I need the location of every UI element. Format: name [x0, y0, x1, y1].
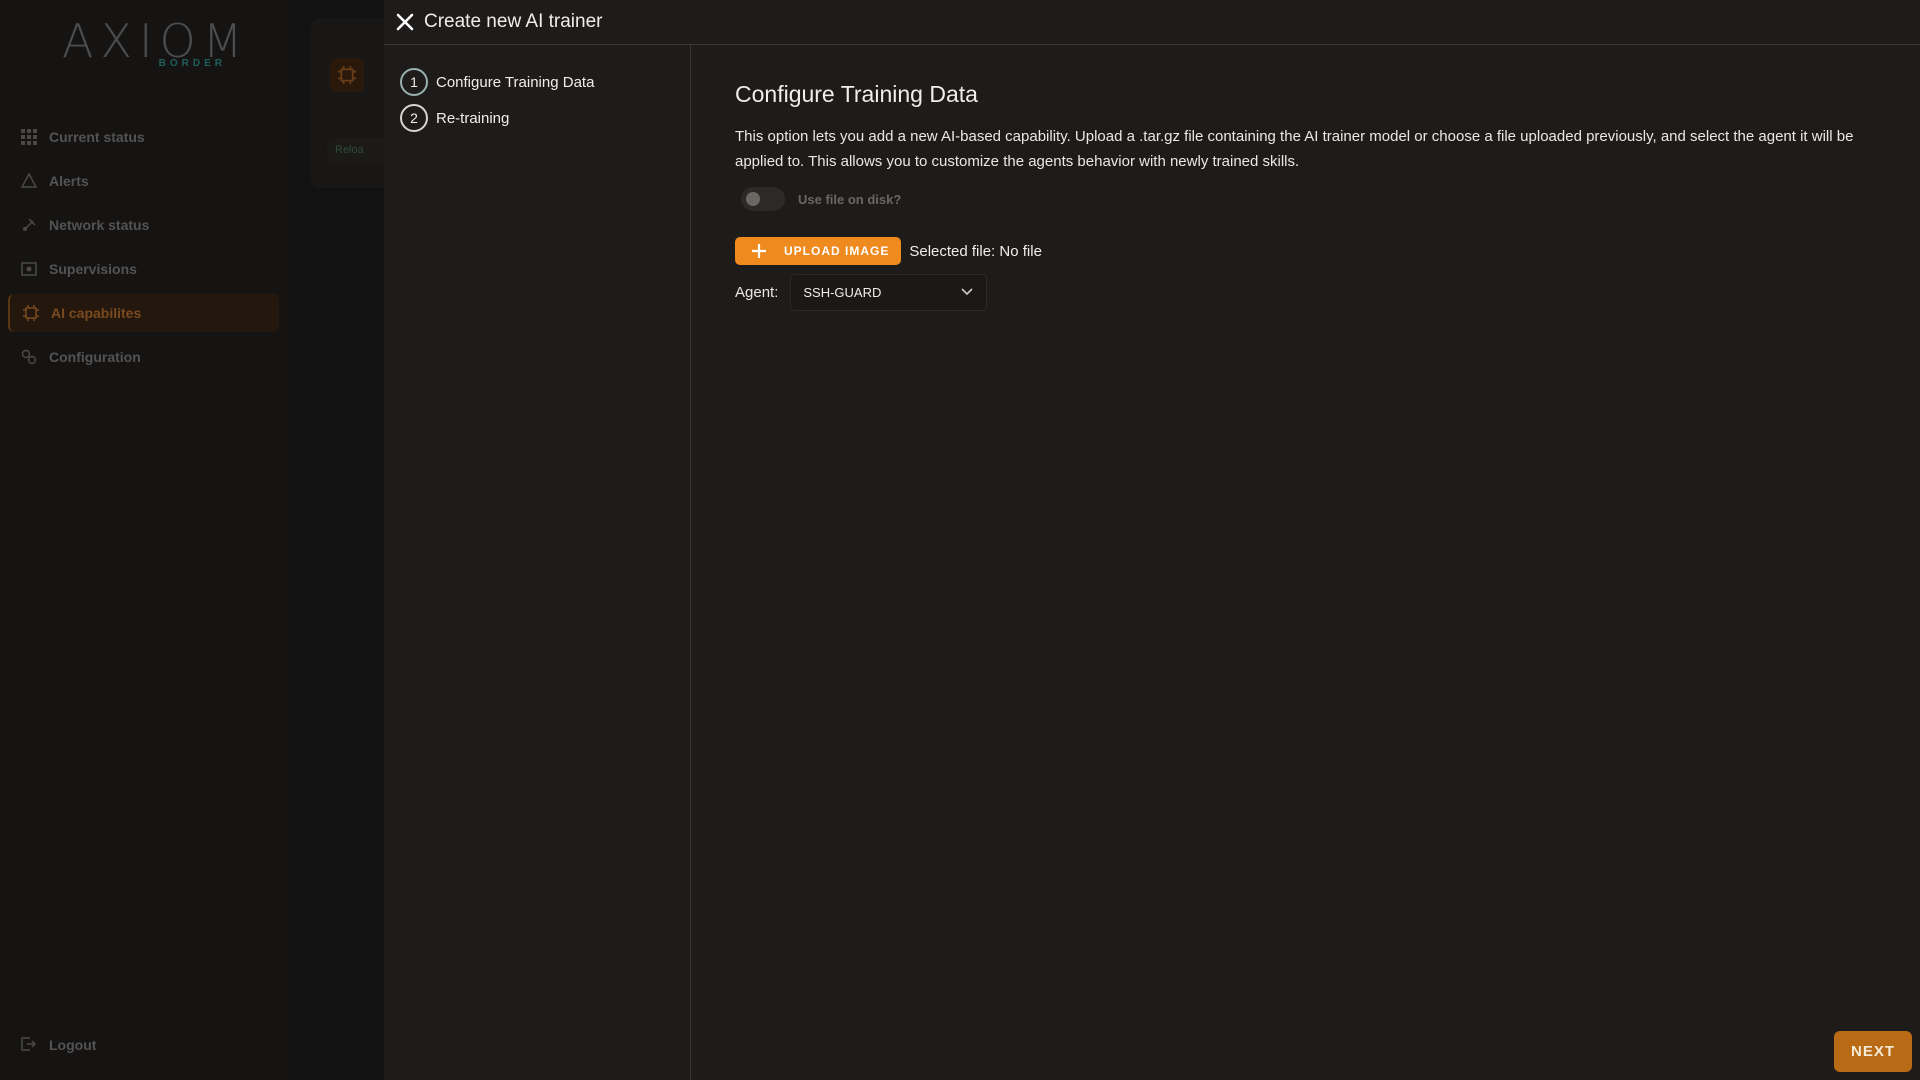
sidebar-item-supervisions[interactable]: Supervisions — [8, 250, 279, 288]
logout-icon — [20, 1036, 38, 1054]
modal-title: Create new AI trainer — [424, 11, 603, 32]
step-configure-training-data[interactable]: 1 Configure Training Data — [400, 68, 594, 96]
step-number: 2 — [400, 104, 428, 132]
sidebar-item-label: Configuration — [49, 349, 141, 365]
toggle-label: Use file on disk? — [798, 191, 902, 207]
network-icon — [20, 216, 38, 234]
selected-file-text: Selected file: No file — [909, 242, 1042, 260]
stepper: 1 Configure Training Data 2 Re-training — [384, 45, 691, 1080]
sidebar-item-current-status[interactable]: Current status — [8, 118, 279, 156]
section-description: This option lets you add a new AI-based … — [735, 128, 1854, 170]
use-file-on-disk-row: Use file on disk? — [741, 187, 901, 211]
agent-row: Agent: SSH-GUARD — [735, 274, 988, 311]
logout-label: Logout — [49, 1037, 97, 1053]
use-file-on-disk-toggle[interactable] — [741, 187, 785, 211]
chevron-down-icon — [960, 284, 974, 301]
ai-icon — [22, 304, 40, 322]
grid-icon — [20, 128, 38, 146]
configuration-icon — [20, 348, 38, 366]
upload-image-label: UPLOAD IMAGE — [784, 244, 890, 258]
sidebar-item-label: Current status — [49, 129, 145, 145]
step-label: Re-training — [436, 109, 510, 127]
upload-image-button[interactable]: UPLOAD IMAGE — [735, 237, 902, 265]
warning-icon — [20, 172, 38, 190]
step-label: Configure Training Data — [436, 73, 595, 91]
close-icon[interactable] — [394, 11, 416, 33]
sidebar-item-label: Supervisions — [49, 261, 137, 277]
sidebar-item-label: AI capabilites — [51, 305, 142, 321]
upload-row: UPLOAD IMAGE Selected file: No file — [735, 237, 1042, 265]
app-sidebar: AXIOM BORDER Current status Alerts Netwo… — [0, 0, 288, 1080]
ai-icon — [330, 58, 364, 92]
sidebar-item-label: Alerts — [49, 173, 89, 189]
sidebar-item-configuration[interactable]: Configuration — [8, 338, 279, 376]
logout-button[interactable]: Logout — [20, 1036, 96, 1054]
agent-select-value: SSH-GUARD — [803, 285, 882, 300]
supervision-icon — [20, 260, 38, 278]
reload-chip-label: Reloa — [335, 144, 364, 156]
agent-select[interactable]: SSH-GUARD — [790, 274, 988, 311]
step-re-training[interactable]: 2 Re-training — [400, 104, 509, 132]
toggle-knob — [746, 192, 760, 206]
sidebar-nav: Current status Alerts Network status Sup… — [8, 118, 279, 382]
plus-icon — [751, 243, 767, 259]
modal-header: Create new AI trainer — [384, 0, 1920, 45]
sidebar-item-label: Network status — [49, 217, 150, 233]
sidebar-item-network-status[interactable]: Network status — [8, 206, 279, 244]
next-button[interactable]: NEXT — [1834, 1031, 1912, 1072]
create-ai-trainer-modal: Create new AI trainer 1 Configure Traini… — [384, 0, 1920, 1080]
axiom-logo: AXIOM BORDER — [62, 14, 242, 74]
logo-subtitle: BORDER — [158, 58, 226, 69]
sidebar-item-ai-capabilities[interactable]: AI capabilites — [8, 294, 279, 332]
step-number: 1 — [400, 68, 428, 96]
sidebar-item-alerts[interactable]: Alerts — [8, 162, 279, 200]
agent-label: Agent: — [735, 284, 779, 301]
section-title: Configure Training Data — [735, 81, 978, 107]
